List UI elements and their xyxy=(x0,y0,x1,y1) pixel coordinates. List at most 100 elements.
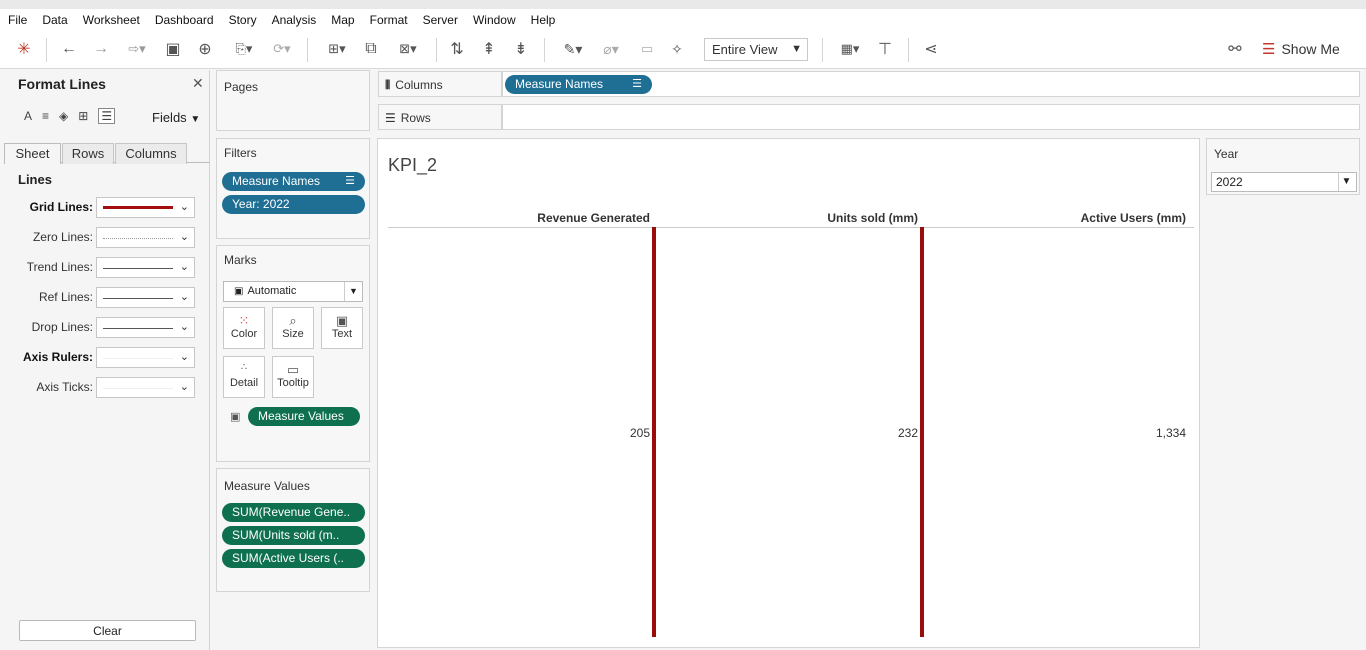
menu-analysis[interactable]: Analysis xyxy=(272,13,317,27)
lines-section-heading: Lines xyxy=(18,172,52,187)
axis-ticks-dropdown[interactable]: ⌄ xyxy=(96,377,195,398)
tab-columns[interactable]: Columns xyxy=(115,143,187,164)
drop-lines-dropdown[interactable]: ⌄ xyxy=(96,317,195,338)
pin-axes-icon[interactable]: ✧ xyxy=(666,38,688,60)
close-icon[interactable]: ✕ xyxy=(192,75,204,92)
fit-select[interactable]: Entire View ▼ xyxy=(704,38,808,61)
value-revenue[interactable]: 205 xyxy=(558,426,650,440)
tab-rows[interactable]: Rows xyxy=(62,143,114,164)
marks-title: Marks xyxy=(224,253,257,267)
chevron-down-icon: ⌄ xyxy=(179,201,189,213)
filters-card: Filters Measure Names ☰ Year: 2022 xyxy=(216,138,370,239)
column-header-units[interactable]: Units sold (mm) xyxy=(738,211,918,225)
clear-button[interactable]: Clear xyxy=(19,620,196,641)
marks-pill-measure-values[interactable]: Measure Values xyxy=(248,407,360,426)
presentation-mode-icon[interactable]: ⊤ xyxy=(874,38,896,60)
pages-card[interactable]: Pages xyxy=(216,70,370,131)
measure-pill-users[interactable]: SUM(Active Users (.. xyxy=(222,549,365,568)
drop-lines-label: Drop Lines: xyxy=(31,320,93,334)
menu-window[interactable]: Window xyxy=(473,13,516,27)
tableau-logo-icon[interactable]: ✳ xyxy=(14,38,34,60)
show-me-icon: ☰ xyxy=(1262,41,1276,58)
highlight-icon[interactable]: ✎▾ xyxy=(556,38,590,60)
chevron-down-icon: ⌄ xyxy=(179,351,189,363)
filter-pill-year[interactable]: Year: 2022 xyxy=(222,195,365,214)
column-header-users[interactable]: Active Users (mm) xyxy=(998,211,1186,225)
text-button[interactable]: ▣ Text xyxy=(321,307,363,349)
menu-file[interactable]: File xyxy=(8,13,27,27)
sort-descending-icon[interactable]: ⇟ xyxy=(510,38,532,60)
show-cards-icon[interactable]: ▦▾ xyxy=(832,38,868,60)
undo-icon[interactable]: ← xyxy=(58,38,80,60)
menu-data[interactable]: Data xyxy=(42,13,67,27)
measure-pill-revenue[interactable]: SUM(Revenue Gene.. xyxy=(222,503,365,522)
measure-pill-units[interactable]: SUM(Units sold (m.. xyxy=(222,526,365,545)
size-button[interactable]: ⌕ Size xyxy=(272,307,314,349)
menu-help[interactable]: Help xyxy=(531,13,556,27)
share-icon[interactable]: ⋖ xyxy=(920,38,942,60)
refresh-icon[interactable]: ⟳▾ xyxy=(264,38,300,60)
zero-lines-dropdown[interactable]: ⌄ xyxy=(96,227,195,248)
menu-server[interactable]: Server xyxy=(423,13,458,27)
columns-pill-measure-names[interactable]: Measure Names ☰ xyxy=(505,75,652,94)
new-worksheet-icon[interactable]: ⊞▾ xyxy=(318,38,356,60)
tooltip-label: Tooltip xyxy=(277,377,309,389)
grid-lines-dropdown[interactable]: ⌄ xyxy=(96,197,195,218)
ref-lines-row: Ref Lines: ⌄ xyxy=(0,287,210,309)
filter-pill-measure-names[interactable]: Measure Names ☰ xyxy=(222,172,365,191)
chevron-down-icon: ▼ xyxy=(344,282,362,301)
new-datasource-icon[interactable]: ⊕ xyxy=(194,38,216,60)
replay-icon[interactable]: ⇨▾ xyxy=(120,38,154,60)
fields-dropdown[interactable]: Fields ▼ xyxy=(152,110,200,125)
show-me-button[interactable]: ☰ Show Me xyxy=(1262,40,1340,58)
column-header-revenue[interactable]: Revenue Generated xyxy=(478,211,650,225)
axis-rulers-dropdown[interactable]: ⌄ xyxy=(96,347,195,368)
fields-label: Fields xyxy=(152,110,187,125)
alignment-format-icon[interactable]: ≡ xyxy=(42,109,49,123)
chevron-down-icon: ⌄ xyxy=(179,381,189,393)
menu-story[interactable]: Story xyxy=(229,13,257,27)
chevron-down-icon: ⌄ xyxy=(179,321,189,333)
axis-ticks-row: Axis Ticks: ⌄ xyxy=(0,377,210,399)
clear-sheet-icon[interactable]: ⊠▾ xyxy=(390,38,426,60)
columns-shelf[interactable]: Measure Names ☰ xyxy=(502,71,1360,97)
ref-lines-dropdown[interactable]: ⌄ xyxy=(96,287,195,308)
color-button[interactable]: ⁙ Color xyxy=(223,307,265,349)
trend-lines-dropdown[interactable]: ⌄ xyxy=(96,257,195,278)
caret-down-icon: ▼ xyxy=(190,114,201,125)
group-members-icon[interactable]: ⌀▾ xyxy=(594,38,628,60)
year-filter-select[interactable]: 2022 ▼ xyxy=(1211,172,1357,192)
sort-icon: ☰ xyxy=(345,175,355,187)
shading-format-icon[interactable]: ◈ xyxy=(59,109,68,123)
binoculars-icon[interactable]: ⚯ xyxy=(1224,38,1246,60)
tab-sheet[interactable]: Sheet xyxy=(4,143,61,164)
columns-pill-label: Measure Names xyxy=(515,77,604,91)
year-filter-title: Year xyxy=(1214,147,1239,161)
tooltip-button[interactable]: ▭ Tooltip xyxy=(272,356,314,398)
save-icon[interactable]: ▣ xyxy=(162,38,184,60)
mark-type-value: Automatic xyxy=(247,285,297,297)
borders-format-icon[interactable]: ⊞ xyxy=(78,109,88,123)
mark-type-select[interactable]: ▣ Automatic ▼ xyxy=(223,281,363,302)
menu-map[interactable]: Map xyxy=(331,13,354,27)
swap-rows-columns-icon[interactable]: ⇅ xyxy=(446,38,468,60)
marks-card: Marks ▣ Automatic ▼ ⁙ Color ⌕ Size ▣ Text… xyxy=(216,245,370,462)
grid-line xyxy=(652,227,656,637)
drop-lines-row: Drop Lines: ⌄ xyxy=(0,317,210,339)
redo-icon[interactable]: → xyxy=(90,38,112,60)
menu-dashboard[interactable]: Dashboard xyxy=(155,13,214,27)
show-labels-icon[interactable]: ▭ xyxy=(636,38,658,60)
lines-format-icon[interactable]: ☰ xyxy=(98,108,116,124)
menu-format[interactable]: Format xyxy=(370,13,408,27)
font-format-icon[interactable]: A xyxy=(24,109,32,123)
measure-values-title: Measure Values xyxy=(224,479,310,493)
menu-worksheet[interactable]: Worksheet xyxy=(83,13,140,27)
sort-ascending-icon[interactable]: ⇞ xyxy=(478,38,500,60)
pause-updates-icon[interactable]: ⎘▾ xyxy=(226,38,262,60)
detail-button[interactable]: ∴ Detail xyxy=(223,356,265,398)
value-units[interactable]: 232 xyxy=(826,426,918,440)
rows-shelf[interactable] xyxy=(502,104,1360,130)
detail-label: Detail xyxy=(229,377,259,389)
value-users[interactable]: 1,334 xyxy=(1094,426,1186,440)
duplicate-sheet-icon[interactable]: ⧉ xyxy=(360,38,382,60)
